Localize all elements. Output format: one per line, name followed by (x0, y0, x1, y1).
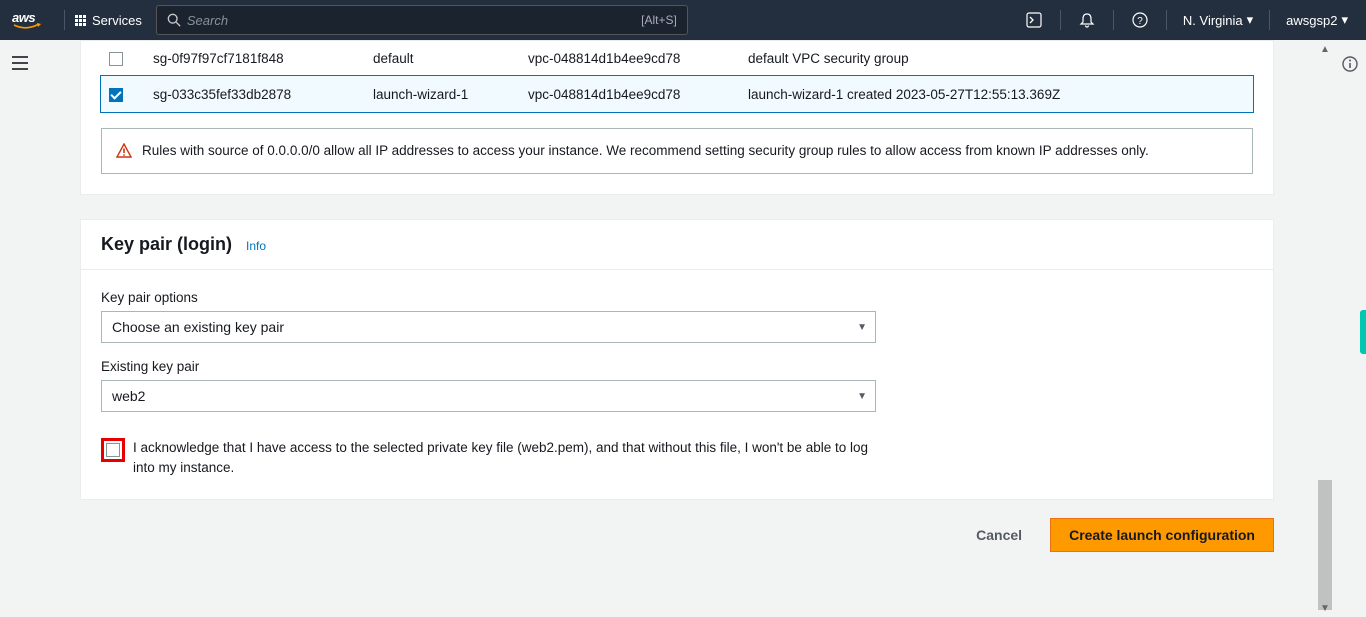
caret-down-icon: ▼ (857, 391, 867, 402)
sg-vpc-cell: vpc-048814d1b4ee9cd78 (520, 76, 740, 111)
warning-text: Rules with source of 0.0.0.0/0 allow all… (142, 141, 1149, 161)
key-pair-options-label: Key pair options (101, 290, 1253, 305)
acknowledge-row: I acknowledge that I have access to the … (101, 438, 1253, 479)
top-nav: aws Services [Alt+S] ? N. Virginia ▾ aws… (0, 0, 1366, 40)
cancel-button[interactable]: Cancel (958, 518, 1040, 552)
security-groups-table: sg-0f97f97cf7181f848 default vpc-048814d… (101, 41, 1253, 112)
nav-divider (1060, 10, 1061, 30)
key-pair-options-select[interactable]: Choose an existing key pair ▼ (101, 311, 876, 343)
content-area: sg-0f97f97cf7181f848 default vpc-048814d… (40, 40, 1334, 617)
sg-vpc-cell: vpc-048814d1b4ee9cd78 (520, 41, 740, 76)
scrollbar-thumb[interactable] (1318, 480, 1332, 610)
acknowledge-highlight (101, 438, 125, 462)
caret-down-icon: ▼ (857, 322, 867, 333)
sg-id-cell: sg-0f97f97cf7181f848 (145, 41, 365, 76)
nav-divider (1269, 10, 1270, 30)
table-row[interactable]: sg-033c35fef33db2878 launch-wizard-1 vpc… (101, 76, 1253, 111)
search-shortcut-hint: [Alt+S] (641, 13, 677, 27)
svg-text:?: ? (1137, 16, 1143, 27)
create-launch-configuration-button[interactable]: Create launch configuration (1050, 518, 1274, 552)
aws-logo[interactable]: aws (12, 10, 46, 30)
help-icon[interactable]: ? (1124, 4, 1156, 36)
username-label: awsgsp2 (1286, 13, 1337, 28)
caret-down-icon: ▾ (1341, 12, 1348, 28)
region-selector[interactable]: N. Virginia ▾ (1177, 12, 1259, 28)
acknowledge-checkbox[interactable] (106, 443, 120, 457)
grid-icon (75, 15, 86, 26)
security-warning: Rules with source of 0.0.0.0/0 allow all… (101, 128, 1253, 174)
nav-divider (1166, 10, 1167, 30)
search-box[interactable]: [Alt+S] (156, 5, 688, 35)
caret-down-icon: ▾ (1247, 12, 1254, 28)
sg-id-cell: sg-033c35fef33db2878 (145, 76, 365, 111)
row-checkbox[interactable] (109, 88, 123, 102)
services-button[interactable]: Services (75, 13, 142, 28)
row-checkbox[interactable] (109, 52, 123, 66)
cloudshell-icon[interactable] (1018, 4, 1050, 36)
table-row[interactable]: sg-0f97f97cf7181f848 default vpc-048814d… (101, 41, 1253, 76)
select-value: web2 (112, 388, 145, 404)
svg-text:aws: aws (12, 10, 35, 25)
search-icon (167, 13, 181, 27)
security-groups-panel: sg-0f97f97cf7181f848 default vpc-048814d… (80, 40, 1274, 195)
select-value: Choose an existing key pair (112, 319, 284, 335)
sg-name-cell: default (365, 41, 520, 76)
key-pair-header: Key pair (login) Info (81, 220, 1273, 269)
sg-desc-cell: default VPC security group (740, 41, 1253, 76)
key-pair-title: Key pair (login) (101, 234, 232, 255)
existing-key-pair-label: Existing key pair (101, 359, 1253, 374)
sg-name-cell: launch-wizard-1 (365, 76, 520, 111)
feedback-tab[interactable] (1360, 310, 1366, 354)
acknowledge-text: I acknowledge that I have access to the … (133, 438, 893, 479)
info-link[interactable]: Info (246, 239, 266, 253)
existing-key-pair-select[interactable]: web2 ▼ (101, 380, 876, 412)
services-label: Services (92, 13, 142, 28)
nav-divider (64, 10, 65, 30)
scrollbar-track[interactable]: ▲ ▼ (1316, 40, 1334, 617)
key-pair-panel: Key pair (login) Info Key pair options C… (80, 219, 1274, 500)
info-panel-icon[interactable] (1342, 56, 1358, 72)
nav-divider (1113, 10, 1114, 30)
left-rail (0, 40, 40, 617)
menu-toggle-icon[interactable] (12, 56, 28, 70)
region-label: N. Virginia (1183, 13, 1243, 28)
scroll-up-icon[interactable]: ▲ (1316, 40, 1334, 58)
search-input[interactable] (187, 13, 641, 28)
scroll-down-icon[interactable]: ▼ (1316, 599, 1334, 617)
footer-actions: Cancel Create launch configuration (80, 500, 1274, 560)
account-menu[interactable]: awsgsp2 ▾ (1280, 12, 1354, 28)
warning-icon (116, 143, 132, 161)
sg-desc-cell: launch-wizard-1 created 2023-05-27T12:55… (740, 76, 1253, 111)
notifications-icon[interactable] (1071, 4, 1103, 36)
